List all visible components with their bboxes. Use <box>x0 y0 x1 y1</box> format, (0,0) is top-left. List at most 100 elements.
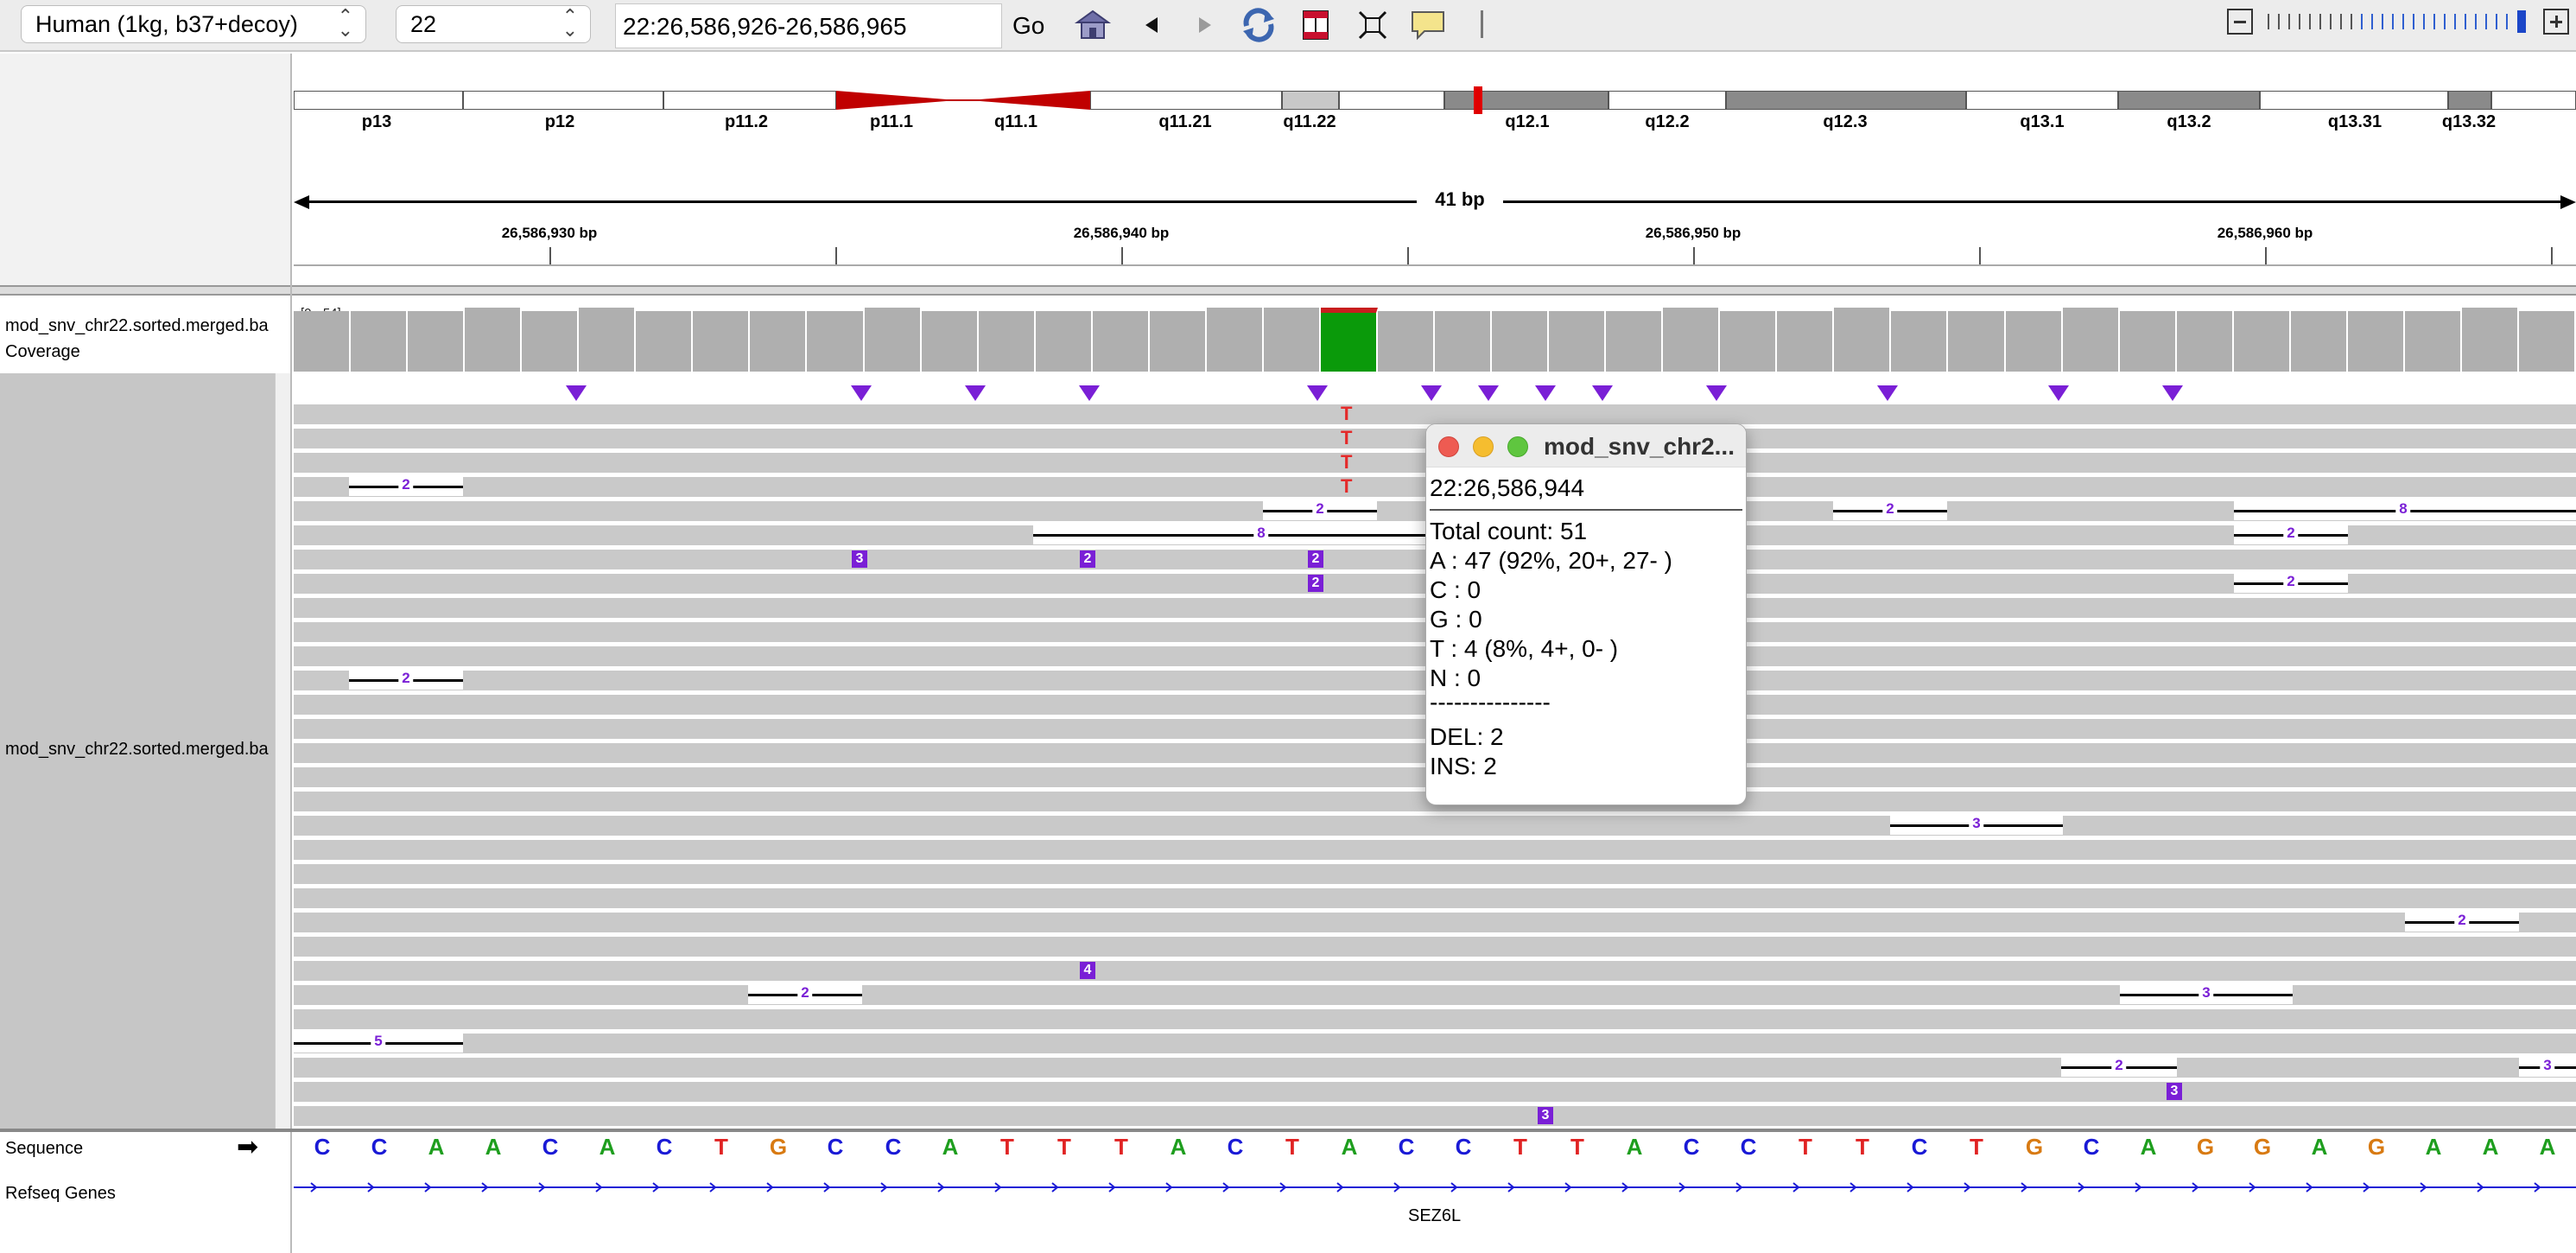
read[interactable] <box>294 913 2576 932</box>
deletion[interactable]: 8 <box>1033 525 1425 544</box>
coverage-bar[interactable] <box>1834 308 1891 372</box>
read[interactable] <box>294 937 2576 957</box>
coverage-bar[interactable] <box>979 311 1036 372</box>
coverage-bar[interactable] <box>750 311 807 372</box>
read[interactable] <box>294 404 2576 424</box>
coverage-bar[interactable] <box>865 308 922 372</box>
coverage-bar[interactable] <box>2234 311 2291 372</box>
deletion[interactable]: 3 <box>1890 815 2063 835</box>
alignment-scrollbar[interactable] <box>275 373 290 1129</box>
insertion[interactable]: 2 <box>1308 575 1323 592</box>
coverage-track[interactable]: [0 - 54] <box>294 297 2576 372</box>
coverage-bar[interactable] <box>2120 311 2177 372</box>
deletion[interactable]: 8 <box>2234 500 2576 520</box>
coverage-bar[interactable] <box>1207 308 1264 372</box>
read[interactable] <box>294 864 2576 884</box>
insertion-marker-icon[interactable] <box>1478 385 1499 401</box>
coverage-bar[interactable] <box>1720 311 1777 372</box>
read[interactable] <box>294 1009 2576 1029</box>
coverage-bar[interactable] <box>2006 311 2063 372</box>
insertion[interactable]: 4 <box>1080 962 1095 979</box>
read[interactable] <box>294 1106 2576 1126</box>
read[interactable] <box>294 840 2576 860</box>
coverage-bar[interactable] <box>1948 311 2006 372</box>
coverage-bar[interactable] <box>1036 311 1093 372</box>
insertion-marker-icon[interactable] <box>1079 385 1100 401</box>
coverage-bar[interactable] <box>693 311 750 372</box>
deletion[interactable]: 2 <box>1263 500 1377 520</box>
coverage-bar[interactable] <box>1435 311 1492 372</box>
insertion[interactable]: 3 <box>2167 1083 2182 1100</box>
insertion-marker-icon[interactable] <box>1706 385 1727 401</box>
maximize-icon[interactable] <box>1507 436 1528 457</box>
insertion-marker-icon[interactable] <box>1307 385 1328 401</box>
insertion-marker-icon[interactable] <box>1592 385 1613 401</box>
alignment-track-name-panel[interactable]: mod_snv_chr22.sorted.merged.ba <box>0 373 275 1129</box>
coverage-bar[interactable] <box>522 311 579 372</box>
deletion[interactable]: 2 <box>2234 525 2348 544</box>
coverage-bar[interactable] <box>1549 311 1606 372</box>
coverage-bar[interactable] <box>294 311 351 372</box>
coverage-bar[interactable] <box>351 311 408 372</box>
coverage-bar[interactable] <box>408 311 465 372</box>
insertion[interactable]: 3 <box>1538 1107 1553 1124</box>
insertion-marker-icon[interactable] <box>1535 385 1556 401</box>
strand-arrow-icon[interactable]: ➡ <box>237 1132 258 1162</box>
coverage-bar[interactable] <box>1663 308 1720 372</box>
coverage-bar[interactable] <box>1606 311 1663 372</box>
coverage-bar[interactable] <box>1378 311 1435 372</box>
coverage-bar[interactable] <box>579 308 636 372</box>
deletion[interactable]: 2 <box>748 984 862 1004</box>
insertion-marker-icon[interactable] <box>851 385 872 401</box>
insertion[interactable]: 2 <box>1308 550 1323 568</box>
deletion[interactable]: 3 <box>2120 984 2293 1004</box>
insertion-marker-icon[interactable] <box>2048 385 2069 401</box>
deletion[interactable]: 2 <box>2234 573 2348 593</box>
coverage-bar[interactable] <box>922 311 979 372</box>
coverage-bar[interactable] <box>2291 311 2348 372</box>
coverage-bar[interactable] <box>2519 311 2576 372</box>
deletion[interactable]: 2 <box>2405 912 2519 932</box>
coverage-bar[interactable] <box>636 311 693 372</box>
deletion[interactable]: 3 <box>2519 1057 2576 1077</box>
coverage-bar[interactable] <box>1264 308 1321 372</box>
gene-label[interactable]: SEZ6L <box>1408 1206 1461 1226</box>
insertion-marker-icon[interactable] <box>566 385 587 401</box>
coverage-bar[interactable] <box>2177 311 2234 372</box>
insertion-marker-icon[interactable] <box>1421 385 1442 401</box>
coverage-bar[interactable] <box>465 308 522 372</box>
base-info-popup[interactable]: mod_snv_chr2... 22:26,586,944 Total coun… <box>1425 423 1747 805</box>
chromosome-ideogram[interactable]: p13 p12 p11.2 p11.1 q11.1 q11.21 q11.22 … <box>294 0 2576 138</box>
read[interactable] <box>294 816 2576 836</box>
insertion-marker-icon[interactable] <box>965 385 986 401</box>
coverage-bar[interactable] <box>1777 311 1834 372</box>
deletion[interactable]: 2 <box>349 476 463 496</box>
deletion[interactable]: 2 <box>1833 500 1947 520</box>
coverage-bar[interactable] <box>2462 308 2519 372</box>
close-icon[interactable] <box>1438 436 1459 457</box>
coverage-bar[interactable] <box>1891 311 1948 372</box>
sequence-track[interactable] <box>294 1132 2576 1170</box>
read[interactable] <box>294 1082 2576 1102</box>
coverage-bar[interactable] <box>1492 311 1549 372</box>
insertion-marker-icon[interactable] <box>1877 385 1898 401</box>
coverage-bar[interactable] <box>1093 311 1150 372</box>
read[interactable] <box>294 888 2576 908</box>
refseq-genes-track[interactable]: SEZ6L <box>294 1172 2576 1253</box>
read[interactable] <box>294 1058 2576 1078</box>
coverage-bar[interactable] <box>1150 311 1207 372</box>
coverage-bar[interactable] <box>2348 311 2405 372</box>
popup-titlebar[interactable]: mod_snv_chr2... <box>1426 424 1746 467</box>
read[interactable] <box>294 1034 2576 1053</box>
deletion[interactable]: 5 <box>294 1033 463 1053</box>
coverage-bar[interactable] <box>2405 311 2462 372</box>
ruler[interactable]: 41 bp 26,586,930 bp 26,586,940 bp 26,586… <box>294 173 2576 266</box>
insertion[interactable]: 3 <box>852 550 867 568</box>
coverage-bar[interactable] <box>1321 308 1378 372</box>
insertion[interactable]: 2 <box>1080 550 1095 568</box>
deletion[interactable]: 2 <box>2061 1057 2177 1077</box>
insertion-marker-icon[interactable] <box>2162 385 2183 401</box>
deletion[interactable]: 2 <box>349 670 463 690</box>
minimize-icon[interactable] <box>1473 436 1494 457</box>
coverage-bar[interactable] <box>2063 308 2120 372</box>
